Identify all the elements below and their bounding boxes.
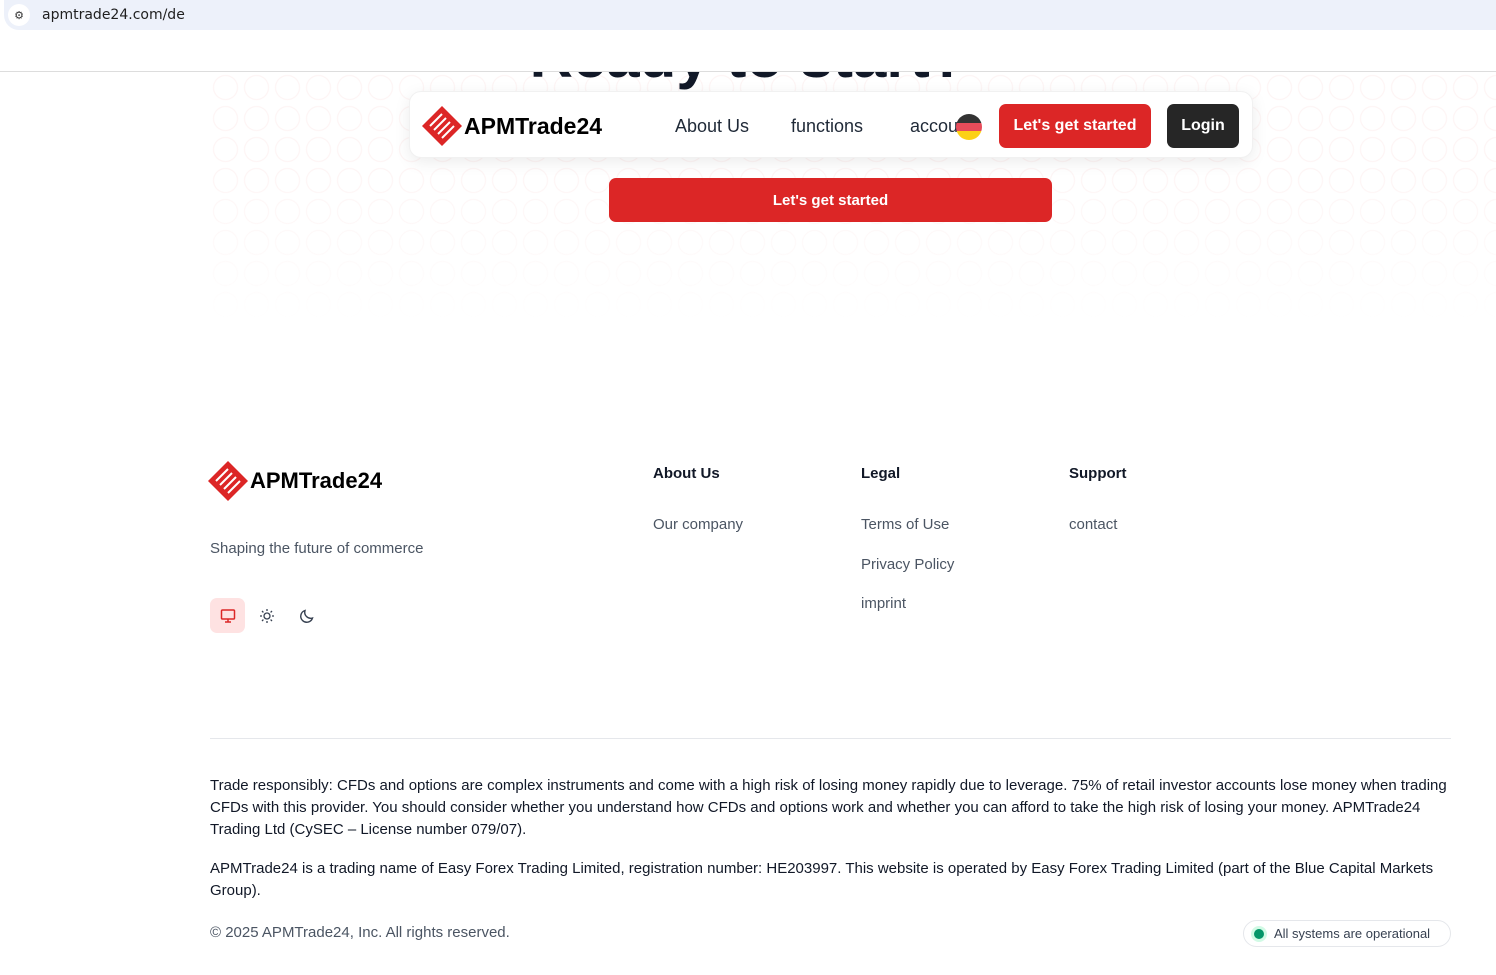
moon-icon — [299, 608, 314, 623]
nav-functions[interactable]: functions — [791, 116, 863, 137]
footer-heading-legal: Legal — [861, 465, 901, 482]
theme-system-button[interactable] — [210, 598, 245, 633]
hero-get-started-button[interactable]: Let's get started — [609, 178, 1052, 222]
footer-link-contact[interactable]: contact — [1069, 516, 1117, 533]
company-disclaimer: APMTrade24 is a trading name of Easy For… — [210, 860, 1434, 899]
monitor-icon — [220, 608, 235, 623]
footer-heading-support: Support — [1069, 465, 1127, 482]
brand-name: APMTrade24 — [250, 468, 383, 493]
status-dot-icon — [1254, 928, 1264, 939]
login-button[interactable]: Login — [1167, 104, 1239, 148]
footer-heading-about: About Us — [653, 465, 720, 482]
address-bar[interactable]: ⚙ apmtrade24.com/de — [4, 0, 1496, 30]
nav-about-us[interactable]: About Us — [675, 116, 749, 137]
brand-name: APMTrade24 — [464, 112, 603, 139]
brand-logo[interactable]: APMTrade24 — [422, 106, 602, 146]
footer-link-terms[interactable]: Terms of Use — [861, 516, 949, 533]
status-text: All systems are operational — [1274, 926, 1431, 941]
footer-link-imprint[interactable]: imprint — [861, 595, 906, 612]
theme-light-button[interactable] — [249, 598, 284, 633]
hero-title: Ready to start? — [529, 23, 967, 90]
footer-link-our-company[interactable]: Our company — [653, 516, 743, 533]
german-flag-icon[interactable] — [956, 114, 982, 140]
logo-icon — [208, 461, 248, 501]
footer-link-privacy[interactable]: Privacy Policy — [861, 556, 954, 573]
copyright: © 2025 APMTrade24, Inc. All rights reser… — [210, 924, 510, 941]
footer-divider — [210, 738, 1451, 739]
theme-dark-button[interactable] — [289, 598, 324, 633]
tagline: Shaping the future of commerce — [210, 540, 424, 557]
get-started-button[interactable]: Let's get started — [999, 104, 1151, 148]
sun-icon — [259, 608, 274, 623]
logo-icon — [422, 106, 462, 146]
url-text: apmtrade24.com/de — [42, 7, 185, 23]
risk-disclaimer: Trade responsibly: CFDs and options are … — [210, 777, 1447, 838]
navbar: APMTrade24 About Us functions accounts L… — [409, 91, 1253, 158]
footer-logo[interactable]: APMTrade24 — [208, 461, 382, 501]
site-settings-icon[interactable]: ⚙ — [8, 4, 30, 26]
status-badge[interactable]: All systems are operational — [1243, 920, 1451, 947]
